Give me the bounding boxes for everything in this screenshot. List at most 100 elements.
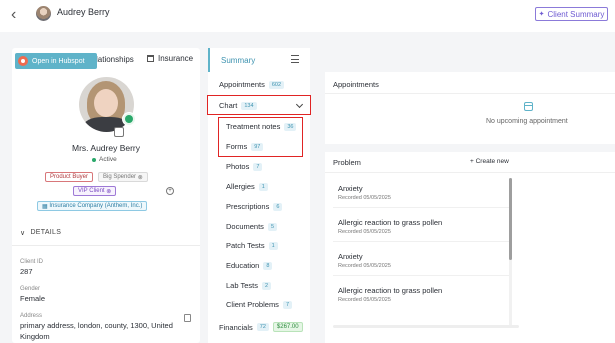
- horizontal-scrollbar[interactable]: [333, 325, 519, 328]
- tag-big-spender[interactable]: Big Spender ⊗: [98, 172, 148, 182]
- chevron-down-icon: ∨: [20, 230, 26, 237]
- calendar-icon[interactable]: [114, 127, 124, 137]
- add-tag-icon[interactable]: +: [166, 187, 174, 195]
- building-icon: ▦: [42, 203, 50, 210]
- close-icon[interactable]: ⊗: [106, 188, 111, 195]
- divider: [333, 241, 509, 242]
- nav-label: Lab Tests: [226, 281, 258, 290]
- client-id-value: 287: [20, 267, 33, 276]
- nav-item-appointments[interactable]: Appointments 602: [219, 80, 285, 89]
- count-badge: 5: [267, 222, 277, 231]
- tag-insurance-label: Insurance Company (Anthem, Inc.): [49, 203, 143, 209]
- nav-item-client-problems[interactable]: Client Problems 7: [226, 300, 292, 309]
- problem-date: Recorded 05/05/2025: [338, 229, 391, 235]
- nav-item-forms[interactable]: Forms 97: [226, 142, 264, 151]
- divider: [333, 207, 509, 208]
- nav-summary-label: Summary: [221, 56, 256, 65]
- problems-panel: [325, 152, 615, 343]
- count-badge: 1: [258, 182, 268, 191]
- create-new-problem-button[interactable]: + Create new: [470, 158, 509, 165]
- nav-label: Treatment notes: [226, 122, 281, 131]
- address-value-line2: Kingdom: [20, 332, 50, 341]
- nav-label: Appointments: [219, 80, 265, 89]
- appointments-title: Appointments: [333, 80, 379, 89]
- calendar-icon: [524, 102, 533, 111]
- nav-label: Education: [226, 261, 260, 270]
- count-badge: 97: [251, 142, 264, 151]
- details-label: DETAILS: [30, 229, 62, 236]
- close-icon[interactable]: ⊗: [138, 174, 143, 181]
- balance-badge: $267.00: [272, 322, 303, 332]
- gender-value: Female: [20, 294, 46, 303]
- nav-item-documents[interactable]: Documents 5: [226, 222, 277, 231]
- status-badge: Active: [92, 156, 117, 163]
- tab-insurance[interactable]: Insurance: [147, 54, 193, 63]
- nav-label: Photos: [226, 162, 250, 171]
- client-summary-label: Client Summary: [547, 9, 605, 19]
- verified-badge-icon: [122, 112, 136, 126]
- nav-item-education[interactable]: Education 8: [226, 261, 273, 270]
- avatar: [36, 6, 51, 21]
- count-badge: 6: [273, 202, 283, 211]
- tag-big-spender-label: Big Spender: [103, 174, 137, 180]
- count-badge: 602: [268, 80, 285, 89]
- hubspot-icon: [18, 56, 28, 66]
- nav-item-chart[interactable]: Chart 134: [219, 101, 257, 110]
- tag-insurance-company[interactable]: ▦ Insurance Company (Anthem, Inc.): [37, 201, 148, 211]
- open-in-hubspot-button[interactable]: Open in Hubspot: [15, 53, 97, 69]
- problem-date: Recorded 05/05/2025: [338, 195, 391, 201]
- divider: [12, 245, 200, 246]
- nav-label: Chart: [219, 101, 238, 110]
- nav-item-allergies[interactable]: Allergies 1: [226, 182, 268, 191]
- problem-date: Recorded 05/05/2025: [338, 297, 391, 303]
- details-section-toggle[interactable]: ∨ DETAILS: [20, 229, 61, 237]
- count-badge: 8: [263, 261, 273, 270]
- nav-label: Allergies: [226, 182, 255, 191]
- collapse-sidebar-icon[interactable]: [291, 55, 299, 63]
- count-badge: 1: [268, 241, 278, 250]
- count-badge: 7: [253, 162, 263, 171]
- status-text: Active: [99, 156, 117, 163]
- magic-wand-icon: ✦: [538, 11, 545, 18]
- problem-date: Recorded 05/05/2025: [338, 263, 391, 269]
- problem-title[interactable]: Anxiety: [338, 184, 363, 193]
- back-icon[interactable]: ‹: [11, 7, 25, 23]
- hubspot-label: Open in Hubspot: [32, 57, 85, 65]
- status-dot-icon: [92, 157, 96, 162]
- tab-insurance-label: Insurance: [158, 54, 194, 63]
- nav-item-prescriptions[interactable]: Prescriptions 6: [226, 202, 283, 211]
- nav-item-photos[interactable]: Photos 7: [226, 162, 263, 171]
- nav-label: Financials: [219, 322, 253, 332]
- count-badge: 7: [282, 300, 292, 309]
- copy-icon[interactable]: [184, 314, 191, 322]
- count-badge: 2: [261, 281, 272, 290]
- nav-label: Documents: [226, 222, 264, 231]
- address-value-line1: primary address, london, county, 1300, U…: [20, 321, 173, 330]
- count-badge: 36: [284, 122, 297, 131]
- divider: [333, 275, 509, 276]
- count-badge: 72: [256, 323, 269, 331]
- problem-title[interactable]: Anxiety: [338, 252, 363, 261]
- nav-label: Forms: [226, 142, 248, 151]
- client-id-label: Client ID: [20, 259, 44, 265]
- problems-title: Problem: [333, 158, 361, 167]
- nav-label: Prescriptions: [226, 202, 270, 211]
- section-nav: [208, 48, 310, 343]
- nav-item-treatment-notes[interactable]: Treatment notes 36: [226, 122, 297, 131]
- tag-vip-client[interactable]: VIP Client ⊗: [73, 186, 117, 196]
- problem-title[interactable]: Allergic reaction to grass pollen: [338, 286, 442, 295]
- tab-relationships[interactable]: lationships: [96, 55, 134, 64]
- nav-label: Client Problems: [226, 300, 279, 309]
- no-appointments-text: No upcoming appointment: [486, 118, 568, 125]
- tag-product-buyer[interactable]: Product Buyer: [45, 172, 94, 182]
- client-summary-button[interactable]: ✦ Client Summary: [535, 7, 608, 21]
- client-name: Mrs. Audrey Berry: [72, 143, 141, 153]
- nav-item-patch-tests[interactable]: Patch Tests 1: [226, 241, 278, 250]
- nav-item-lab-tests[interactable]: Lab Tests 2: [226, 281, 272, 290]
- nav-item-financials[interactable]: Financials 72 $267.00: [219, 322, 303, 332]
- scrollbar-thumb[interactable]: [509, 178, 512, 260]
- address-label: Address: [20, 313, 43, 319]
- count-badge: 134: [241, 101, 257, 110]
- problem-title[interactable]: Allergic reaction to grass pollen: [338, 218, 442, 227]
- nav-label: Patch Tests: [226, 241, 265, 250]
